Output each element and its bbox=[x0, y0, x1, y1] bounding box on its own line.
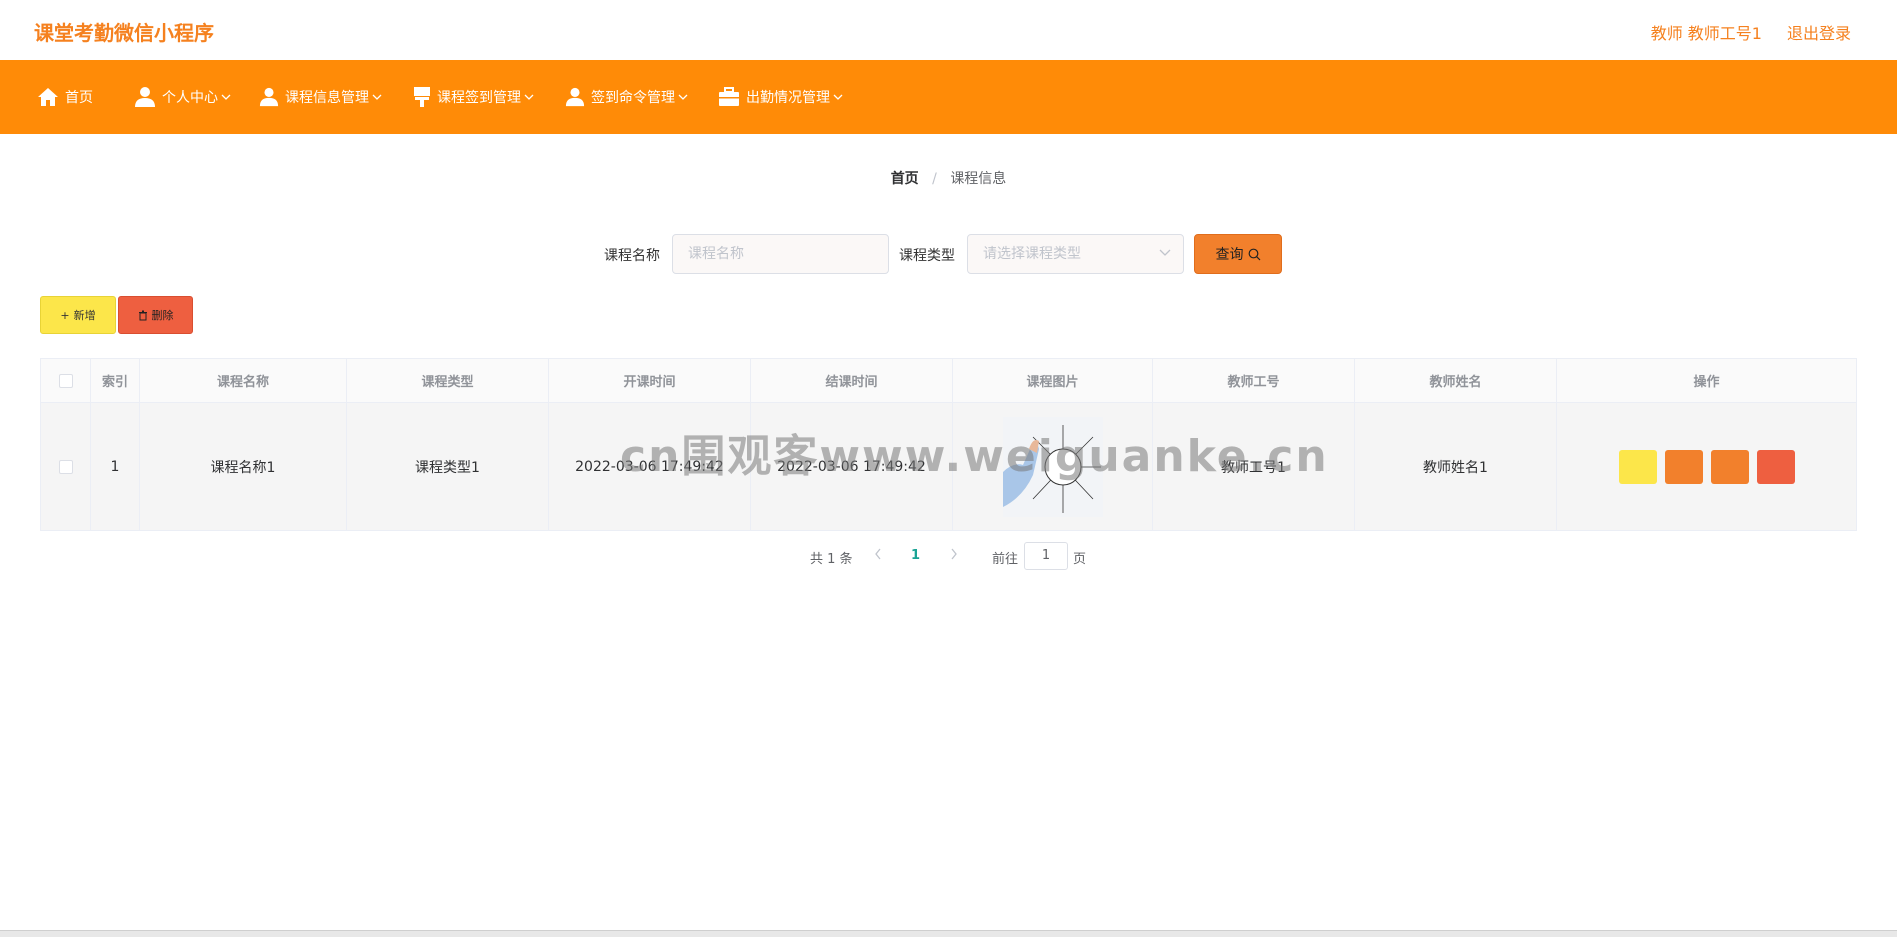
course-thumbnail[interactable] bbox=[1002, 416, 1103, 517]
cell-start-time: 2022-03-06 17:49:42 bbox=[549, 403, 751, 530]
column-header: 教师姓名 bbox=[1355, 359, 1557, 402]
nav-item-course-sign[interactable]: 课程签到管理 bbox=[413, 60, 540, 134]
chevron-down-icon bbox=[833, 94, 843, 100]
cell-index: 1 bbox=[91, 403, 140, 530]
nav-item-label: 个人中心 bbox=[162, 90, 218, 106]
breadcrumb-current: 课程信息 bbox=[950, 171, 1007, 187]
nav-item-label: 签到命令管理 bbox=[591, 90, 675, 106]
brush-icon bbox=[414, 87, 430, 107]
delete-button[interactable]: 删除 bbox=[118, 296, 193, 334]
chevron-down-icon bbox=[678, 94, 688, 100]
select-all-cell bbox=[41, 359, 91, 402]
column-header: 课程名称 bbox=[140, 359, 347, 402]
chevron-down-icon bbox=[372, 94, 382, 100]
view-button[interactable] bbox=[1618, 449, 1657, 484]
add-button[interactable]: + 新增 bbox=[40, 296, 116, 334]
cell-teacher-id: 教师工号1 bbox=[1153, 403, 1355, 530]
course-name-input[interactable]: 课程名称 bbox=[672, 234, 889, 274]
breadcrumb-home[interactable]: 首页 bbox=[891, 171, 919, 187]
column-header: 教师工号 bbox=[1153, 359, 1355, 402]
briefcase-icon bbox=[719, 87, 739, 106]
goto-label: 前往 bbox=[992, 552, 1019, 567]
page-suffix: 页 bbox=[1073, 552, 1087, 567]
query-button[interactable]: 查询 bbox=[1194, 234, 1282, 274]
trash-icon bbox=[138, 310, 147, 320]
nav-item-label: 出勤情况管理 bbox=[746, 90, 830, 106]
query-button-label: 查询 bbox=[1215, 247, 1244, 263]
user-icon bbox=[135, 87, 155, 107]
chevron-down-icon bbox=[1159, 249, 1171, 256]
course-image-graphic bbox=[1002, 416, 1103, 517]
main-nav: 首页 个人中心 课程信息管理 课程签到管理 签到命令管理 出勤情况管理 bbox=[0, 60, 1897, 134]
add-button-label: 新增 bbox=[73, 309, 96, 322]
column-header: 课程类型 bbox=[347, 359, 549, 402]
row-checkbox[interactable] bbox=[58, 459, 73, 474]
nav-item-home[interactable]: 首页 bbox=[37, 60, 93, 134]
nav-item-label: 课程信息管理 bbox=[285, 90, 369, 106]
course-type-placeholder: 请选择课程类型 bbox=[983, 246, 1081, 262]
select-all-checkbox[interactable] bbox=[58, 373, 73, 388]
course-name-label: 课程名称 bbox=[604, 248, 660, 264]
window-bottom-edge bbox=[0, 930, 1897, 937]
column-header: 操作 bbox=[1693, 375, 1720, 390]
breadcrumb-separator: / bbox=[932, 171, 937, 187]
breadcrumb: 首页 / 课程信息 bbox=[0, 168, 1897, 188]
column-header: 索引 bbox=[91, 359, 140, 402]
cell-course-image bbox=[953, 403, 1153, 530]
cell-teacher-name: 教师姓名1 bbox=[1355, 403, 1557, 530]
row-select-cell bbox=[41, 403, 91, 530]
nav-item-label: 课程签到管理 bbox=[437, 90, 521, 106]
row-delete-button[interactable] bbox=[1756, 449, 1795, 484]
user-icon bbox=[259, 87, 279, 107]
pagination-total: 共 1 条 bbox=[810, 552, 853, 567]
goto-page-input[interactable]: 1 bbox=[1024, 542, 1068, 570]
edit-button[interactable] bbox=[1664, 449, 1703, 484]
nav-item-personal-center[interactable]: 个人中心 bbox=[134, 60, 237, 134]
top-header: 课堂考勤微信小程序 教师 教师工号1 退出登录 bbox=[0, 0, 1897, 60]
nav-item-sign-command[interactable]: 签到命令管理 bbox=[565, 60, 694, 134]
column-header: 开课时间 bbox=[549, 359, 751, 402]
cell-course-name: 课程名称1 bbox=[140, 403, 347, 530]
search-icon bbox=[1248, 248, 1260, 260]
course-type-select[interactable]: 请选择课程类型 bbox=[967, 234, 1184, 274]
nav-item-course-info[interactable]: 课程信息管理 bbox=[259, 60, 388, 134]
chevron-down-icon bbox=[221, 94, 231, 100]
plus-icon: + bbox=[60, 308, 70, 322]
nav-item-attendance[interactable]: 出勤情况管理 bbox=[718, 60, 849, 134]
chevron-left-icon[interactable] bbox=[873, 547, 883, 561]
cell-course-type: 课程类型1 bbox=[347, 403, 549, 530]
delete-button-label: 删除 bbox=[151, 309, 174, 322]
logout-link[interactable]: 退出登录 bbox=[1787, 20, 1851, 44]
table-row[interactable]: 1 课程名称1 课程类型1 2022-03-06 17:49:42 2022-0… bbox=[41, 403, 1856, 530]
nav-item-label: 首页 bbox=[65, 90, 93, 106]
chevron-down-icon bbox=[524, 94, 534, 100]
home-icon bbox=[38, 88, 58, 106]
cell-end-time: 2022-03-06 17:49:42 bbox=[751, 403, 953, 530]
table-header: 索引 课程名称 课程类型 开课时间 结课时间 课程图片 教师工号 教师姓名 操作 bbox=[41, 359, 1856, 403]
app-title: 课堂考勤微信小程序 bbox=[34, 21, 214, 45]
current-user-info: 教师 教师工号1 bbox=[1650, 24, 1762, 43]
course-type-label: 课程类型 bbox=[899, 248, 955, 264]
course-table: 索引 课程名称 课程类型 开课时间 结课时间 课程图片 教师工号 教师姓名 操作… bbox=[40, 358, 1857, 531]
chevron-right-icon[interactable] bbox=[949, 547, 959, 561]
pagination: 共 1 条 1 前往 1 页 bbox=[0, 542, 1897, 570]
cell-operations bbox=[1557, 403, 1856, 530]
column-header: 课程图片 bbox=[953, 359, 1153, 402]
page-number[interactable]: 1 bbox=[911, 548, 920, 563]
column-header: 结课时间 bbox=[751, 359, 953, 402]
user-icon bbox=[565, 87, 585, 107]
search-form: 课程名称 课程名称 课程类型 请选择课程类型 查询 bbox=[0, 234, 1897, 274]
sign-button[interactable] bbox=[1710, 449, 1749, 484]
